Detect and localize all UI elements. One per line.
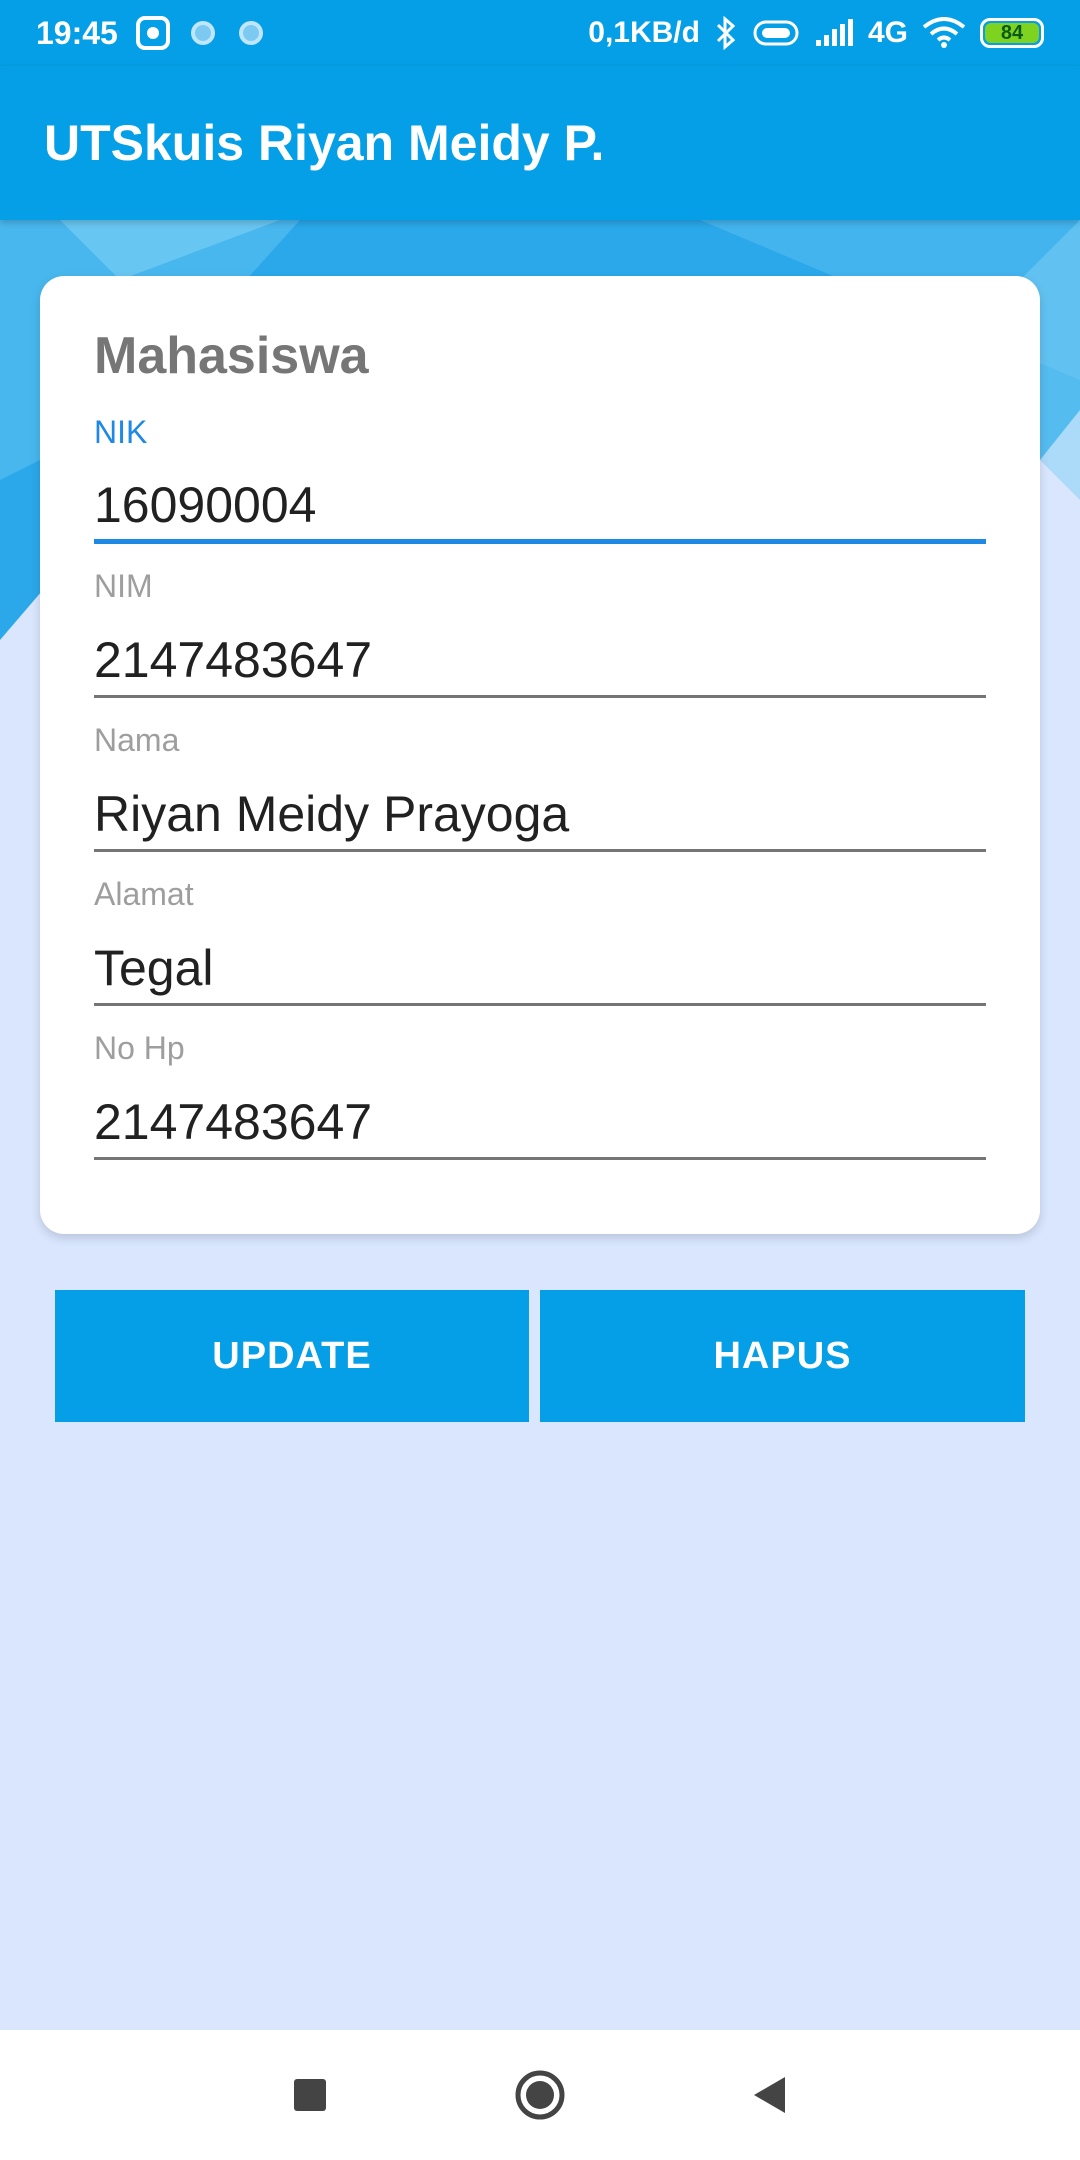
- screen: 19:45 0,1KB/d 4G 84 UTSkuis Riyan Meidy …: [0, 0, 1080, 2160]
- nik-label: NIK: [94, 414, 148, 450]
- notification-dot-icon: [188, 18, 218, 48]
- field-nik: NIK: [94, 412, 986, 544]
- app-bar: UTSkuis Riyan Meidy P.: [0, 66, 1080, 220]
- alamat-input[interactable]: [94, 914, 986, 1006]
- nim-label: NIM: [94, 568, 153, 604]
- app-title: UTSkuis Riyan Meidy P.: [44, 115, 605, 171]
- network-speed: 0,1KB/d: [588, 16, 700, 49]
- action-buttons: UPDATE HAPUS: [55, 1290, 1025, 1422]
- no-hp-input[interactable]: [94, 1068, 986, 1160]
- recents-icon[interactable]: [275, 2060, 345, 2130]
- field-alamat: Alamat: [94, 874, 986, 1006]
- field-nama: Nama: [94, 720, 986, 852]
- nama-label: Nama: [94, 722, 180, 758]
- screen-record-icon: [135, 16, 170, 50]
- vibrate-icon: [752, 19, 800, 47]
- nama-input[interactable]: [94, 760, 986, 852]
- hapus-button[interactable]: HAPUS: [540, 1290, 1025, 1422]
- battery-icon: 84: [980, 18, 1044, 48]
- update-button[interactable]: UPDATE: [55, 1290, 529, 1422]
- status-time: 19:45: [36, 14, 118, 51]
- student-form-card: Mahasiswa NIK NIM Nama Alamat No Hp: [40, 276, 1040, 1234]
- network-type: 4G: [867, 16, 908, 49]
- battery-level: 84: [985, 22, 1039, 44]
- no-hp-label: No Hp: [94, 1030, 185, 1066]
- notification-dot-icon: [236, 18, 266, 48]
- alamat-label: Alamat: [94, 876, 194, 912]
- back-icon[interactable]: [735, 2060, 805, 2130]
- bluetooth-icon: [714, 16, 738, 50]
- nik-input[interactable]: [94, 452, 986, 544]
- field-nim: NIM: [94, 566, 986, 698]
- home-icon[interactable]: [505, 2060, 575, 2130]
- field-no-hp: No Hp: [94, 1028, 986, 1160]
- wifi-icon: [922, 17, 966, 49]
- status-bar: 19:45 0,1KB/d 4G 84: [0, 0, 1080, 66]
- signal-icon: [814, 18, 854, 48]
- card-title: Mahasiswa: [94, 327, 369, 385]
- nim-input[interactable]: [94, 606, 986, 698]
- navigation-bar: [0, 2030, 1080, 2160]
